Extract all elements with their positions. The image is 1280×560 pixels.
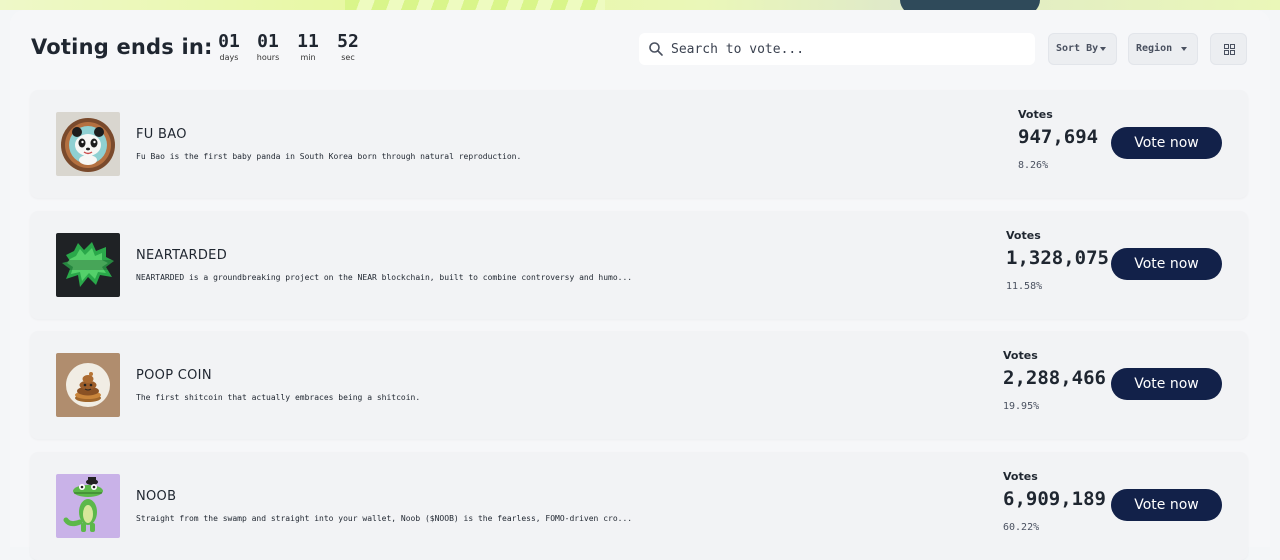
countdown-value: 11 [297,31,319,52]
grid-view-icon [1224,44,1235,55]
entry-name: NOOB [136,489,177,504]
countdown-unit: days [219,53,239,62]
votes-label: Votes [1003,349,1038,362]
entry-description: NEARTARDED is a groundbreaking project o… [136,273,633,282]
countdown-value: 01 [218,31,240,52]
sort-by-label: Sort By [1056,43,1099,54]
search-icon [649,42,663,56]
votes-label: Votes [1006,229,1041,242]
votes-percent: 11.58% [1006,281,1043,292]
region-dropdown[interactable]: Region [1128,33,1198,65]
entry-name: NEARTARDED [136,248,228,263]
sort-by-dropdown[interactable]: Sort By [1048,33,1117,65]
poop-coin-icon [56,353,120,417]
votes-count: 947,694 [1018,126,1099,148]
crocodile-mascot-icon [56,474,120,538]
countdown-hours: 01 hours [248,32,288,64]
votes-count: 6,909,189 [1003,488,1106,510]
entry-description: Fu Bao is the first baby panda in South … [136,152,522,161]
countdown-minutes: 11 min [288,32,328,64]
votes-count: 1,328,075 [1006,247,1109,269]
votes-label: Votes [1018,108,1053,121]
region-label: Region [1136,43,1173,54]
chevron-down-icon [1181,47,1187,51]
entry-description: Straight from the swamp and straight int… [136,514,633,523]
countdown-days: 01 days [209,32,249,64]
countdown-unit: min [300,53,316,62]
countdown-value: 01 [257,31,279,52]
votes-percent: 8.26% [1018,160,1049,171]
countdown-title: Voting ends in: [31,35,213,59]
panda-coin-icon [56,112,120,176]
entry-card: FU BAO Fu Bao is the first baby panda in… [30,90,1248,198]
voting-header: Voting ends in: 01 days 01 hours 11 min … [0,0,1280,80]
vote-now-button[interactable]: Vote now [1111,248,1222,280]
votes-label: Votes [1003,470,1038,483]
vote-now-button[interactable]: Vote now [1111,368,1222,400]
vote-now-button[interactable]: Vote now [1111,489,1222,521]
countdown-value: 52 [337,31,359,52]
entry-card: POOP COIN The first shitcoin that actual… [30,331,1248,439]
search-input[interactable] [671,33,1021,65]
chevron-down-icon [1100,47,1106,51]
votes-percent: 60.22% [1003,522,1040,533]
entry-name: POOP COIN [136,368,212,383]
entry-name: FU BAO [136,127,187,142]
entry-card: NOOB Straight from the swamp and straigh… [30,452,1248,560]
entry-description: The first shitcoin that actually embrace… [136,393,421,402]
neartarded-logo [56,233,120,297]
countdown-unit: sec [341,53,355,62]
votes-percent: 19.95% [1003,401,1040,412]
countdown-unit: hours [256,53,280,62]
entry-card: NEARTARDED NEARTARDED is a groundbreakin… [30,211,1248,319]
vote-now-button[interactable]: Vote now [1111,127,1222,159]
votes-count: 2,288,466 [1003,367,1106,389]
countdown-seconds: 52 sec [328,32,368,64]
grid-view-button[interactable] [1210,33,1247,65]
search-box[interactable] [639,33,1035,65]
